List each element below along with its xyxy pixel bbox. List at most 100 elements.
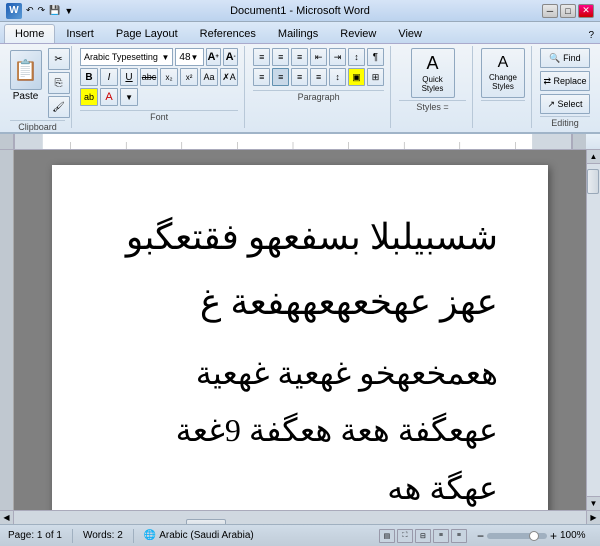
arabic-paragraph-2: هعمخعهخو غهعية غهعية عهعگفة هعة هعگفة 9غ… xyxy=(102,345,498,510)
quick-access-save[interactable]: 💾 xyxy=(49,5,60,16)
align-right-button[interactable]: ≡ xyxy=(291,68,308,86)
scroll-track[interactable] xyxy=(587,164,600,496)
bullets-button[interactable]: ≡ xyxy=(253,48,270,66)
shading-button[interactable]: ▣ xyxy=(348,68,365,86)
scroll-down-arrow[interactable]: ▼ xyxy=(587,496,600,510)
grow-font-button[interactable]: A+ xyxy=(206,48,221,66)
editing-group: 🔍 Find ⇄ Replace ↗ Select Editing xyxy=(534,46,596,128)
select-button[interactable]: ↗ Select xyxy=(540,94,590,114)
superscript-button[interactable]: x² xyxy=(180,68,198,86)
find-button[interactable]: 🔍 Find xyxy=(540,48,590,68)
line-spacing-button[interactable]: ↕ xyxy=(329,68,346,86)
draft-btn[interactable]: ≡ xyxy=(451,529,467,543)
shrink-font-button[interactable]: A- xyxy=(223,48,238,66)
ruler-inner xyxy=(14,134,572,149)
quick-styles-label: Quick Styles xyxy=(412,76,454,94)
minimize-button[interactable]: ─ xyxy=(542,4,558,18)
highlight-button[interactable]: ab xyxy=(80,88,98,106)
print-layout-btn[interactable]: ▤ xyxy=(379,529,395,543)
show-marks-button[interactable]: ¶ xyxy=(367,48,384,66)
title-bar: W ↶ ↷ 💾 ▼ Document1 - Microsoft Word ─ □… xyxy=(0,0,600,22)
quick-access-undo[interactable]: ↶ xyxy=(26,5,34,16)
justify-button[interactable]: ≡ xyxy=(310,68,327,86)
font-name-dropdown[interactable]: Arabic Typesetting ▼ xyxy=(80,48,173,66)
zoom-in-button[interactable]: + xyxy=(550,529,557,543)
editing-content: 🔍 Find ⇄ Replace ↗ Select xyxy=(540,48,590,114)
borders-button[interactable]: ⊞ xyxy=(367,68,384,86)
increase-indent-button[interactable]: ⇥ xyxy=(329,48,346,66)
hscroll-thumb[interactable] xyxy=(186,519,226,525)
styles-group: A Quick Styles Styles = xyxy=(393,46,473,128)
paragraph-controls: ≡ ≡ ≡ ⇤ ⇥ ↕ ¶ ≡ ≡ ≡ ≡ ↕ ▣ ⊞ xyxy=(253,48,384,88)
replace-button[interactable]: ⇄ Replace xyxy=(540,71,590,91)
paste-button[interactable]: 📋 Paste xyxy=(6,48,46,104)
font-color-button[interactable]: A xyxy=(100,88,118,106)
decrease-indent-button[interactable]: ⇤ xyxy=(310,48,327,66)
scroll-up-arrow[interactable]: ▲ xyxy=(587,150,600,164)
ribbon-tabs: Home Insert Page Layout References Maili… xyxy=(0,22,600,44)
hscroll-left-arrow[interactable]: ◀ xyxy=(0,511,14,525)
cut-button[interactable]: ✂ xyxy=(48,48,70,70)
tab-review[interactable]: Review xyxy=(329,24,387,43)
left-ruler xyxy=(0,150,14,510)
sort-button[interactable]: ↕ xyxy=(348,48,365,66)
strikethrough-button[interactable]: abc xyxy=(140,68,158,86)
ruler-right-scroll xyxy=(572,134,586,149)
tab-view[interactable]: View xyxy=(387,24,433,43)
numbering-button[interactable]: ≡ xyxy=(272,48,289,66)
zoom-out-button[interactable]: − xyxy=(477,529,484,543)
align-center-button[interactable]: ≡ xyxy=(272,68,289,86)
bold-button[interactable]: B xyxy=(80,68,98,86)
document-title: Document1 - Microsoft Word xyxy=(0,5,600,17)
format-painter-button[interactable]: 🖌 xyxy=(48,96,70,118)
vertical-scrollbar[interactable]: ▲ ▼ xyxy=(586,150,600,510)
quick-styles-icon: A xyxy=(426,53,438,74)
horizontal-scrollbar[interactable]: ◀ ▶ xyxy=(0,510,600,524)
change-case-button[interactable]: Aa xyxy=(200,68,218,86)
font-size-dropdown[interactable]: 48 ▼ xyxy=(175,48,203,66)
language-label: Arabic (Saudi Arabia) xyxy=(159,530,254,541)
font-group: Arabic Typesetting ▼ 48 ▼ A+ A- B I U ab… xyxy=(74,46,245,128)
title-bar-left: W ↶ ↷ 💾 ▼ xyxy=(6,3,73,19)
underline-button[interactable]: U xyxy=(120,68,138,86)
para-row1: ≡ ≡ ≡ ⇤ ⇥ ↕ ¶ xyxy=(253,48,384,66)
italic-button[interactable]: I xyxy=(100,68,118,86)
zoom-slider[interactable] xyxy=(487,533,547,539)
tab-insert[interactable]: Insert xyxy=(55,24,105,43)
ribbon-help[interactable]: ? xyxy=(582,28,600,43)
tab-home[interactable]: Home xyxy=(4,24,55,43)
change-styles-button[interactable]: A Change Styles xyxy=(481,48,525,98)
ruler-marks xyxy=(15,134,571,149)
hscroll-right-arrow[interactable]: ▶ xyxy=(586,511,600,525)
subscript-button[interactable]: x₂ xyxy=(160,68,178,86)
editing-label: Editing xyxy=(540,116,590,128)
web-layout-btn[interactable]: ⊟ xyxy=(415,529,431,543)
quick-styles-button[interactable]: A Quick Styles xyxy=(411,48,455,98)
font-label: Font xyxy=(80,110,238,122)
change-styles-icon: A xyxy=(498,54,509,72)
quick-access-redo[interactable]: ↷ xyxy=(38,5,46,16)
font-color-arrow[interactable]: ▼ xyxy=(120,88,138,106)
align-left-button[interactable]: ≡ xyxy=(253,68,270,86)
zoom-thumb[interactable] xyxy=(529,531,539,541)
font-controls: Arabic Typesetting ▼ 48 ▼ A+ A- B I U ab… xyxy=(80,48,238,108)
tab-page-layout[interactable]: Page Layout xyxy=(105,24,189,43)
copy-button[interactable]: ⎘ xyxy=(48,72,70,94)
zoom-level: 100% xyxy=(560,530,592,541)
tab-mailings[interactable]: Mailings xyxy=(267,24,329,43)
styles-content: A Quick Styles xyxy=(411,48,455,98)
close-button[interactable]: ✕ xyxy=(578,4,594,18)
full-screen-btn[interactable]: ⛶ xyxy=(397,529,413,543)
tab-references[interactable]: References xyxy=(189,24,267,43)
language-status: 🌐 Arabic (Saudi Arabia) xyxy=(144,530,254,541)
main-area: شسبيلبلا بسفعهو فقتعگبو عهز عهخعهعههفعة … xyxy=(0,134,600,524)
paste-icon: 📋 xyxy=(10,50,42,90)
clear-formatting-button[interactable]: ✗A xyxy=(220,68,238,86)
quick-access-more[interactable]: ▼ xyxy=(64,6,73,16)
window-controls: ─ □ ✕ xyxy=(542,4,594,18)
outline-btn[interactable]: ≡ xyxy=(433,529,449,543)
scroll-thumb[interactable] xyxy=(587,169,599,194)
multilevel-button[interactable]: ≡ xyxy=(291,48,308,66)
restore-button[interactable]: □ xyxy=(560,4,576,18)
font-row2: B I U abc x₂ x² Aa ✗A xyxy=(80,68,238,86)
